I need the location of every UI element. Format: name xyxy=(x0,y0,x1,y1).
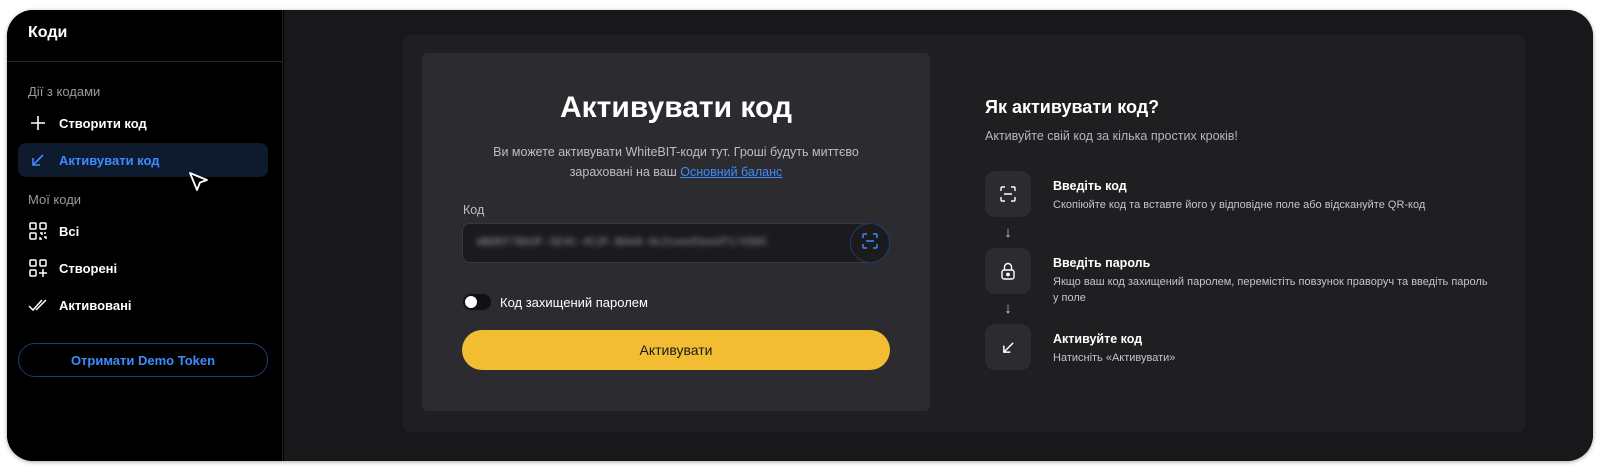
sidebar-item-create-code[interactable]: Створити код xyxy=(18,106,268,140)
how-to-subtitle: Активуйте свій код за кілька простих кро… xyxy=(985,129,1238,143)
activation-panel: Активувати код Ви можете активувати Whit… xyxy=(402,35,1526,432)
how-to-title: Як активувати код? xyxy=(985,97,1160,117)
sidebar-item-created[interactable]: Створені xyxy=(18,251,268,285)
sidebar-item-label: Активовані xyxy=(59,297,132,313)
get-demo-token-button[interactable]: Отримати Demo Token xyxy=(18,343,268,377)
qr-code-icon xyxy=(28,221,48,241)
code-field xyxy=(462,223,890,263)
sidebar-item-label: Активувати код xyxy=(59,152,160,168)
toggle-knob xyxy=(465,296,477,308)
sidebar-item-activated[interactable]: Активовані xyxy=(18,288,268,322)
main-balance-link[interactable]: Основний баланс xyxy=(680,165,782,179)
sidebar-divider xyxy=(7,61,283,62)
sidebar-title: Коди xyxy=(28,24,68,41)
code-input[interactable] xyxy=(463,224,851,262)
section-label-my-codes: Мої коди xyxy=(28,192,82,207)
sidebar: Коди Дії з кодами Створити код Активуват… xyxy=(7,10,283,461)
app-window: Коди Дії з кодами Створити код Активуват… xyxy=(7,10,1593,461)
double-check-icon xyxy=(28,295,48,315)
code-field-label: Код xyxy=(463,203,485,217)
sidebar-item-label: Всі xyxy=(59,223,80,239)
sidebar-item-label: Створені xyxy=(59,260,118,276)
activate-description: Ви можете активувати WhiteBIT-коди тут. … xyxy=(482,142,870,182)
page-title: Активувати код xyxy=(560,91,792,124)
sidebar-item-all[interactable]: Всі xyxy=(18,214,268,248)
activate-code-card: Активувати код Ви можете активувати Whit… xyxy=(422,53,930,411)
activate-button[interactable]: Активувати xyxy=(462,330,890,370)
arrow-down-left-icon xyxy=(985,324,1031,370)
password-toggle[interactable] xyxy=(462,293,492,311)
step-arrow-icon: ↓ xyxy=(1004,300,1012,317)
main-content: Активувати код Ви можете активувати Whit… xyxy=(284,10,1593,461)
lock-icon xyxy=(985,248,1031,294)
step-arrow-icon: ↓ xyxy=(1004,224,1012,241)
qr-plus-icon xyxy=(28,258,48,278)
scan-icon xyxy=(985,171,1031,217)
scan-icon xyxy=(862,232,878,254)
scan-qr-button[interactable] xyxy=(850,223,890,263)
step-title: Активуйте код xyxy=(1053,332,1143,346)
password-toggle-row: Код захищений паролем xyxy=(462,293,648,311)
plus-icon xyxy=(28,113,48,133)
mouse-pointer-icon xyxy=(187,170,211,199)
step-title: Введіть код xyxy=(1053,179,1127,193)
sidebar-item-label: Створити код xyxy=(59,115,147,131)
description-text: Ви можете активувати WhiteBIT-коди тут. … xyxy=(493,145,859,179)
step-description: Якщо ваш код захищений паролем, переміст… xyxy=(1053,276,1488,304)
section-label-code-actions: Дії з кодами xyxy=(28,84,101,99)
password-toggle-label: Код захищений паролем xyxy=(500,294,648,310)
step-title: Введіть пароль xyxy=(1053,256,1151,270)
step-description: Натисніть «Активувати» xyxy=(1053,352,1176,364)
step-description: Скопіюйте код та вставте його у відповід… xyxy=(1053,199,1426,211)
sidebar-item-activate-code[interactable]: Активувати код xyxy=(18,143,268,177)
arrow-down-left-icon xyxy=(28,150,48,170)
